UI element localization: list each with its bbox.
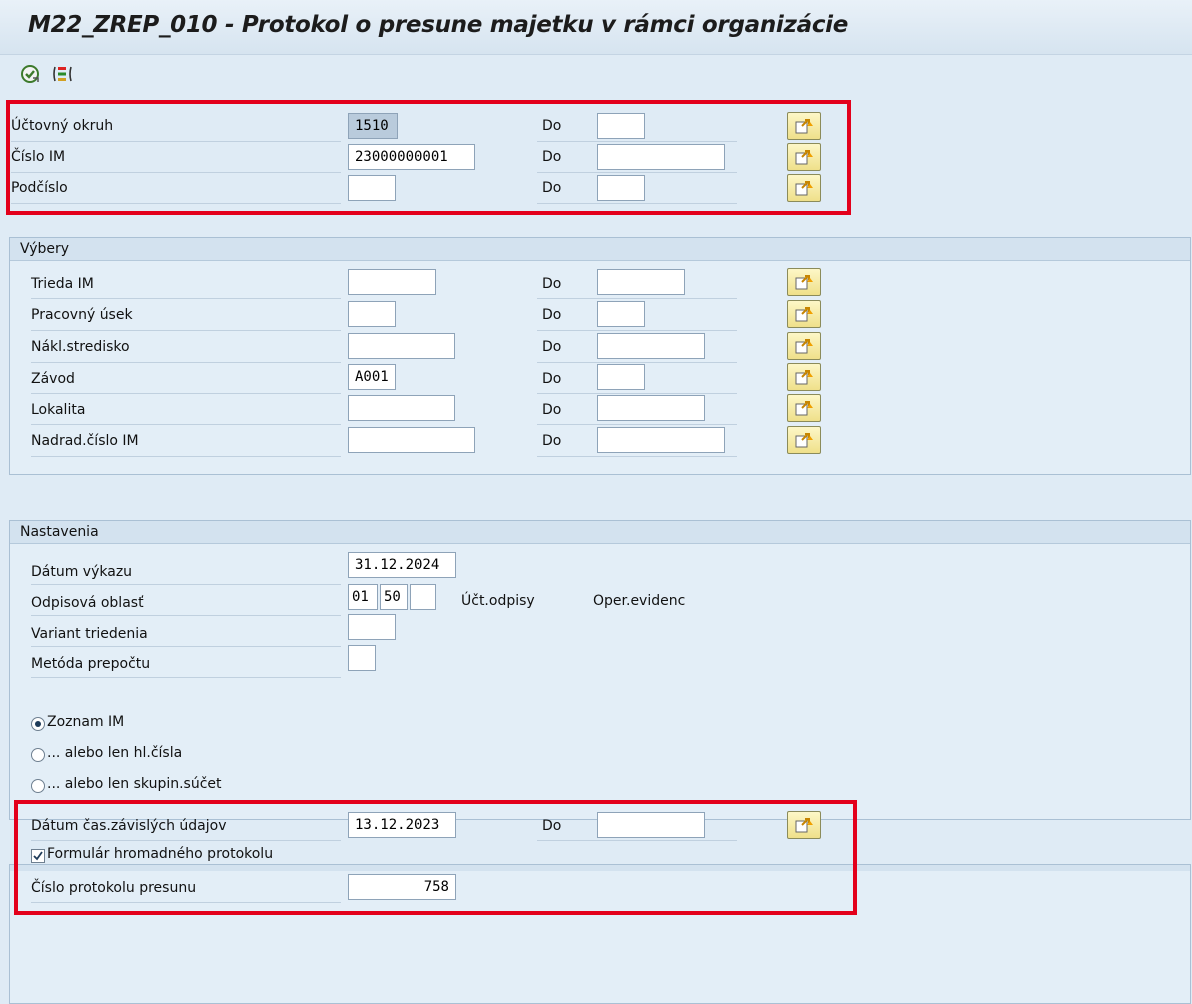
multiple-selection-button[interactable] [787, 363, 821, 391]
label-do: Do [542, 307, 562, 323]
highlight-box-top [6, 100, 851, 215]
depreciation-area-2-input[interactable]: 50 [380, 584, 408, 610]
execute-icon[interactable] [20, 64, 42, 84]
label-business-area: Pracovný úsek [31, 307, 133, 323]
label-do: Do [542, 433, 562, 449]
cost-center-to-input[interactable] [597, 333, 705, 359]
plant-from-input[interactable]: A001 [348, 364, 396, 390]
radio-main-numbers-label: ... alebo len hl.čísla [47, 745, 183, 761]
location-from-input[interactable] [348, 395, 455, 421]
separator [31, 677, 341, 678]
radio-asset-list-label: Zoznam IM [47, 714, 125, 730]
radio-asset-list[interactable] [31, 717, 45, 731]
business-area-from-input[interactable] [348, 301, 396, 327]
radio-group-totals-label: ... alebo len skupin.súčet [47, 776, 222, 792]
separator [31, 362, 341, 363]
separator [537, 298, 737, 299]
depreciation-area-1-input[interactable]: 01 [348, 584, 378, 610]
separator [31, 330, 341, 331]
depreciation-area-text-1: Účt.odpisy [461, 593, 535, 609]
label-superior-asset: Nadrad.číslo IM [31, 433, 139, 449]
multiple-selection-button[interactable] [787, 394, 821, 422]
location-to-input[interactable] [597, 395, 705, 421]
radio-main-numbers[interactable] [31, 748, 45, 762]
separator [537, 393, 737, 394]
separator [537, 424, 737, 425]
conversion-method-input[interactable] [348, 645, 376, 671]
application-toolbar [0, 55, 1192, 95]
separator [31, 393, 341, 394]
sort-variant-input[interactable] [348, 614, 396, 640]
label-cost-center: Nákl.stredisko [31, 339, 130, 355]
label-do: Do [542, 276, 562, 292]
business-area-to-input[interactable] [597, 301, 645, 327]
depreciation-area-3-input[interactable] [410, 584, 436, 610]
asset-class-from-input[interactable] [348, 269, 436, 295]
label-report-date: Dátum výkazu [31, 564, 133, 580]
radio-group-totals[interactable] [31, 779, 45, 793]
separator [31, 646, 341, 647]
separator [31, 456, 341, 457]
separator [31, 615, 341, 616]
superior-asset-to-input[interactable] [597, 427, 725, 453]
group-title: Výbery [10, 238, 1190, 261]
label-asset-class: Trieda IM [31, 276, 94, 292]
label-conversion-method: Metóda prepočtu [31, 656, 151, 672]
separator [31, 424, 341, 425]
report-date-input[interactable]: 31.12.2024 [348, 552, 456, 578]
label-depreciation-area: Odpisová oblasť [31, 595, 144, 611]
label-do: Do [542, 371, 562, 387]
plant-to-input[interactable] [597, 364, 645, 390]
label-location: Lokalita [31, 402, 86, 418]
asset-class-to-input[interactable] [597, 269, 685, 295]
multiple-selection-button[interactable] [787, 268, 821, 296]
label-sort-variant: Variant triedenia [31, 626, 148, 642]
selection-options-icon[interactable] [52, 64, 74, 84]
group-settings: Nastavenia [9, 520, 1191, 820]
label-do: Do [542, 339, 562, 355]
multiple-selection-button[interactable] [787, 300, 821, 328]
separator [31, 298, 341, 299]
multiple-selection-button[interactable] [787, 332, 821, 360]
superior-asset-from-input[interactable] [348, 427, 475, 453]
page-title: M22_ZREP_010 - Protokol o presune majetk… [28, 12, 849, 38]
separator [537, 456, 737, 457]
separator [537, 330, 737, 331]
separator [31, 584, 341, 585]
multiple-selection-button[interactable] [787, 426, 821, 454]
label-plant: Závod [31, 371, 75, 387]
depreciation-area-text-2: Oper.evidenc [593, 593, 686, 609]
cost-center-from-input[interactable] [348, 333, 455, 359]
label-do: Do [542, 402, 562, 418]
highlight-box-bottom [14, 800, 857, 915]
group-title: Nastavenia [10, 521, 1190, 544]
separator [537, 362, 737, 363]
